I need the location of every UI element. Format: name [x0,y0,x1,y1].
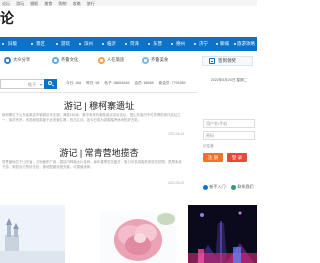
search-placeholder: 帖子 [28,82,36,87]
remember-me-label: 记住我 [203,144,214,148]
article-time: 2022-05-24 [168,132,185,136]
article-excerpt: 常青营地位于山东省，占地面积广阔，园区内种植大片杏树，每年春季杏花盛开，吸引众多… [2,160,182,169]
nav-bullet-icon [216,43,218,45]
share-icon [4,56,11,64]
photo-castle[interactable] [0,205,65,263]
stat-yesterday: 昨日: 98 [86,81,100,85]
stat-new-members: 新会员: 7791989 [158,81,186,85]
article-title[interactable]: 游记 | 穆柯寨遗址 [0,99,198,112]
login-button[interactable]: 登 录 [227,153,247,162]
nav-item-dezhou[interactable]: 德州 [176,37,185,51]
nav-bullet-icon [102,43,104,45]
castle-photo-illustration [0,205,65,263]
top-links: 论坛 游玩 摄影 美食 购物 攻略 旅行 [2,1,100,7]
search-button[interactable] [44,79,57,89]
top-link[interactable]: 购物 [59,1,67,6]
nav-bullet-icon [125,43,127,45]
current-date: 2022年5月24日 星期二 [210,78,248,82]
photo-night-tower[interactable] [188,205,257,263]
nav-bullet-icon [234,43,236,45]
top-link[interactable]: 美食 [44,1,52,6]
top-link[interactable]: 论坛 [2,1,10,6]
search-row: 帖子 ▾ 今日: 168 昨日: 98 帖子: 98654546 会员: 889… [0,79,198,89]
username-field[interactable]: 用户名/手机 [203,119,255,128]
help-links: 新手入门 联系我们 [203,182,257,192]
top-bar: 论坛 游玩 摄影 美食 购物 攻略 旅行 [0,0,257,6]
night-tower-illustration [188,205,257,263]
nav-bullet-icon [148,43,150,45]
site-logo[interactable]: 论坛 [0,9,22,29]
new-user-label: 新手入门 [209,184,226,189]
article-excerpt: 穆柯寨位于山东省莱芜市钢城区辛庄镇，海拔280米，寨中有宋代穆桂英点将台遗址，是… [2,113,181,122]
chevron-down-icon[interactable]: ▾ [40,82,42,87]
register-button[interactable]: 注 册 [203,153,223,162]
quicklink-label: 齐鲁美食 [151,57,169,62]
password-field[interactable]: 密码 [203,131,255,140]
contact-icon [231,184,236,190]
food-icon [142,56,149,64]
search-input[interactable]: 帖子 ▾ [0,79,44,89]
quicklink-journey[interactable]: 人在旅途 [98,56,124,64]
stat-members: 会员: 88989 [134,81,154,85]
quicklink-share[interactable]: 大众分享 [4,56,30,64]
top-link[interactable]: 攻略 [73,1,81,6]
article-card[interactable]: 游记 | 常青营地揽杏 常青营地位于山东省，占地面积广阔，园区内种植大片杏树，每… [0,143,198,187]
photo-flower[interactable] [96,205,180,263]
article-title[interactable]: 游记 | 常青营地揽杏 [0,146,198,159]
main-nav: 旧版 景区 游玩 滨州 临沂 菏泽 东营 德州 济宁 聊城 旅游攻略 [0,37,257,51]
top-link[interactable]: 旅行 [87,1,95,6]
top-link[interactable]: 摄影 [30,1,38,6]
logo-text: 论坛 [0,11,14,27]
nav-item-dongying[interactable]: 东营 [153,37,162,51]
divider [0,92,198,93]
stat-today: 今日: 168 [66,81,82,85]
article-time: 2022-05-23 [168,181,185,185]
nav-item-heze[interactable]: 菏泽 [130,37,139,51]
help-icon [203,184,208,190]
sign-in-label: 签到领奖 [218,58,236,63]
remember-me-checkbox[interactable]: 记住我 [203,144,214,149]
nav-item-guides[interactable]: 旅游攻略 [237,37,255,51]
nav-bullet-icon [171,43,173,45]
sign-in-reward-button[interactable]: 签到领奖 [202,56,253,66]
new-user-link[interactable]: 新手入门 [203,184,226,190]
nav-item-jining[interactable]: 济宁 [199,37,208,51]
top-link[interactable]: 游玩 [16,1,24,6]
culture-icon [52,56,59,64]
nav-item-linyi[interactable]: 临沂 [107,37,116,51]
nav-bullet-icon [56,43,58,45]
nav-bullet-icon [31,43,33,45]
nav-item-old[interactable]: 旧版 [8,37,17,51]
contact-link[interactable]: 联系我们 [231,184,254,190]
quicklink-label: 齐鲁文化 [61,57,79,62]
contact-label: 联系我们 [237,184,254,189]
forum-stats: 今日: 168 昨日: 98 帖子: 98654546 会员: 88989 新会… [66,81,190,86]
nav-item-binzhou[interactable]: 滨州 [84,37,93,51]
nav-bullet-icon [79,43,81,45]
quick-links: 大众分享 齐鲁文化 人在旅途 齐鲁美食 [0,52,198,67]
quicklink-label: 人在旅途 [107,57,125,62]
quicklink-label: 大众分享 [13,57,31,62]
flower-photo-illustration [96,205,180,263]
nav-bullet-icon [2,43,4,45]
nav-bullet-icon [194,43,196,45]
article-card[interactable]: 游记 | 穆柯寨遗址 穆柯寨位于山东省莱芜市钢城区辛庄镇，海拔280米，寨中有宋… [0,96,198,138]
calendar-icon [209,58,215,64]
quicklink-culture[interactable]: 齐鲁文化 [52,56,78,64]
nav-item-liaocheng[interactable]: 聊城 [220,37,229,51]
stat-posts: 帖子: 98654546 [104,81,130,85]
search-icon [48,81,52,85]
nav-item-scenic[interactable]: 景区 [36,37,45,51]
journey-icon [98,56,105,64]
quicklink-food[interactable]: 齐鲁美食 [142,56,168,64]
nav-item-play[interactable]: 游玩 [61,37,70,51]
